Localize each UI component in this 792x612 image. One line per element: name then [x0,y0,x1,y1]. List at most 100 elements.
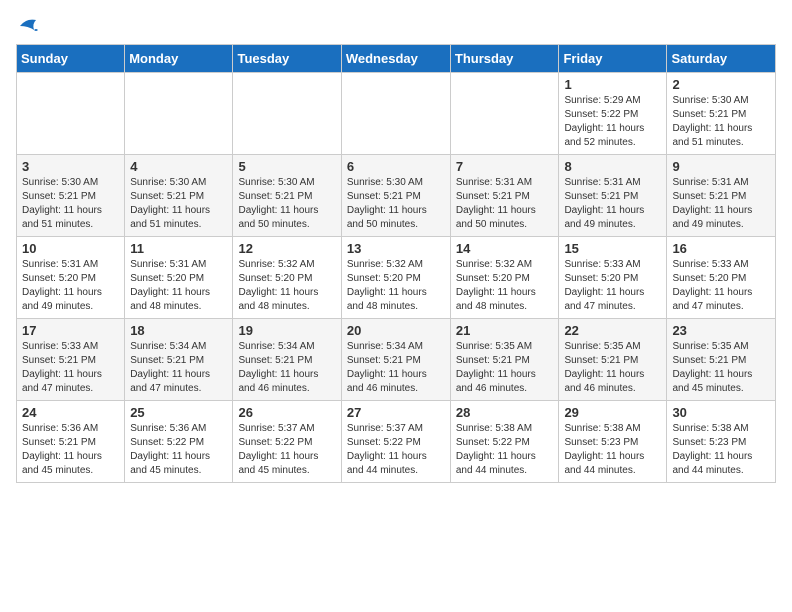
day-info: Sunrise: 5:38 AMSunset: 5:23 PMDaylight:… [564,422,661,478]
day-info: Sunrise: 5:30 AMSunset: 5:21 PMDaylight:… [130,176,227,232]
calendar-cell: 22 Sunrise: 5:35 AMSunset: 5:21 PMDayligh… [559,319,667,401]
day-info: Sunrise: 5:29 AMSunset: 5:22 PMDaylight:… [564,94,661,150]
day-number: 21 [456,323,554,338]
calendar-cell [233,73,341,155]
day-number: 2 [672,77,770,92]
day-number: 18 [130,323,227,338]
day-number: 7 [456,159,554,174]
calendar-cell: 21 Sunrise: 5:35 AMSunset: 5:21 PMDayligh… [450,319,559,401]
calendar-cell: 9Sunrise: 5:31 AMSunset: 5:21 PMDaylight… [667,155,776,237]
day-info: Sunrise: 5:35 AMSunset: 5:21 PMDaylight:… [672,340,770,396]
calendar-cell [450,73,559,155]
calendar-header-thursday: Thursday [450,45,559,73]
day-info: Sunrise: 5:31 AMSunset: 5:21 PMDaylight:… [564,176,661,232]
calendar-cell: 4 Sunrise: 5:30 AMSunset: 5:21 PMDaylight… [125,155,233,237]
day-number: 26 [238,405,335,420]
day-number: 25 [130,405,227,420]
calendar-header-saturday: Saturday [667,45,776,73]
calendar-header-monday: Monday [125,45,233,73]
calendar-cell: 29 Sunrise: 5:38 AMSunset: 5:23 PMDayligh… [559,401,667,483]
calendar-header-friday: Friday [559,45,667,73]
calendar-cell: 18 Sunrise: 5:34 AMSunset: 5:21 PMDayligh… [125,319,233,401]
day-info: Sunrise: 5:38 AMSunset: 5:22 PMDaylight:… [456,422,554,478]
calendar-cell: 12 Sunrise: 5:32 AMSunset: 5:20 PMDayligh… [233,237,341,319]
day-number: 27 [347,405,445,420]
day-info: Sunrise: 5:33 AMSunset: 5:20 PMDaylight:… [672,258,770,314]
day-info: Sunrise: 5:38 AMSunset: 5:23 PMDaylight:… [672,422,770,478]
calendar-cell [17,73,125,155]
day-number: 16 [672,241,770,256]
day-number: 8 [564,159,661,174]
calendar-header-row: SundayMondayTuesdayWednesdayThursdayFrid… [17,45,776,73]
day-number: 1 [564,77,661,92]
calendar-cell: 13 Sunrise: 5:32 AMSunset: 5:20 PMDayligh… [341,237,450,319]
logo-bird-icon [18,16,38,34]
calendar-cell: 27 Sunrise: 5:37 AMSunset: 5:22 PMDayligh… [341,401,450,483]
day-info: Sunrise: 5:32 AMSunset: 5:20 PMDaylight:… [347,258,445,314]
day-number: 30 [672,405,770,420]
calendar-cell: 10Sunrise: 5:31 AMSunset: 5:20 PMDayligh… [17,237,125,319]
day-info: Sunrise: 5:33 AMSunset: 5:20 PMDaylight:… [564,258,661,314]
calendar-cell [125,73,233,155]
calendar-cell: 19 Sunrise: 5:34 AMSunset: 5:21 PMDayligh… [233,319,341,401]
day-info: Sunrise: 5:36 AMSunset: 5:21 PMDaylight:… [22,422,119,478]
day-number: 12 [238,241,335,256]
day-info: Sunrise: 5:35 AMSunset: 5:21 PMDaylight:… [456,340,554,396]
day-number: 3 [22,159,119,174]
day-number: 15 [564,241,661,256]
calendar-cell [341,73,450,155]
day-number: 29 [564,405,661,420]
calendar-header-tuesday: Tuesday [233,45,341,73]
calendar-table: SundayMondayTuesdayWednesdayThursdayFrid… [16,44,776,483]
day-number: 11 [130,241,227,256]
calendar-cell: 15 Sunrise: 5:33 AMSunset: 5:20 PMDayligh… [559,237,667,319]
day-info: Sunrise: 5:35 AMSunset: 5:21 PMDaylight:… [564,340,661,396]
calendar-week-3: 17 Sunrise: 5:33 AMSunset: 5:21 PMDayligh… [17,319,776,401]
calendar-cell: 23 Sunrise: 5:35 AMSunset: 5:21 PMDayligh… [667,319,776,401]
day-number: 23 [672,323,770,338]
calendar-cell: 3 Sunrise: 5:30 AMSunset: 5:21 PMDaylight… [17,155,125,237]
day-number: 28 [456,405,554,420]
day-info: Sunrise: 5:32 AMSunset: 5:20 PMDaylight:… [456,258,554,314]
calendar-cell: 5Sunrise: 5:30 AMSunset: 5:21 PMDaylight… [233,155,341,237]
day-info: Sunrise: 5:37 AMSunset: 5:22 PMDaylight:… [238,422,335,478]
calendar-cell: 24 Sunrise: 5:36 AMSunset: 5:21 PMDayligh… [17,401,125,483]
day-info: Sunrise: 5:34 AMSunset: 5:21 PMDaylight:… [347,340,445,396]
day-number: 4 [130,159,227,174]
day-number: 10 [22,241,119,256]
day-info: Sunrise: 5:30 AMSunset: 5:21 PMDaylight:… [672,94,770,150]
day-number: 14 [456,241,554,256]
day-info: Sunrise: 5:30 AMSunset: 5:21 PMDaylight:… [22,176,119,232]
logo [16,16,38,34]
day-info: Sunrise: 5:31 AMSunset: 5:20 PMDaylight:… [130,258,227,314]
calendar-cell: 25 Sunrise: 5:36 AMSunset: 5:22 PMDayligh… [125,401,233,483]
day-number: 22 [564,323,661,338]
calendar-cell: 28 Sunrise: 5:38 AMSunset: 5:22 PMDayligh… [450,401,559,483]
day-info: Sunrise: 5:34 AMSunset: 5:21 PMDaylight:… [238,340,335,396]
calendar-cell: 8 Sunrise: 5:31 AMSunset: 5:21 PMDaylight… [559,155,667,237]
day-number: 20 [347,323,445,338]
day-number: 19 [238,323,335,338]
day-number: 13 [347,241,445,256]
header [16,16,776,34]
calendar-week-2: 10 Sunrise: 5:31 AMSunset: 5:20 PMDayligh… [17,237,776,319]
calendar-cell: 17 Sunrise: 5:33 AMSunset: 5:21 PMDayligh… [17,319,125,401]
day-number: 9 [672,159,770,174]
calendar-cell: 16 Sunrise: 5:33 AMSunset: 5:20 PMDayligh… [667,237,776,319]
calendar-cell: 6Sunrise: 5:30 AMSunset: 5:21 PMDaylight… [341,155,450,237]
day-info: Sunrise: 5:34 AMSunset: 5:21 PMDaylight:… [130,340,227,396]
page-container: SundayMondayTuesdayWednesdayThursdayFrid… [16,16,776,483]
day-info: Sunrise: 5:33 AMSunset: 5:21 PMDaylight:… [22,340,119,396]
calendar-week-4: 24 Sunrise: 5:36 AMSunset: 5:21 PMDayligh… [17,401,776,483]
calendar-cell: 20 Sunrise: 5:34 AMSunset: 5:21 PMDayligh… [341,319,450,401]
day-info: Sunrise: 5:37 AMSunset: 5:22 PMDaylight:… [347,422,445,478]
calendar-cell: 14 Sunrise: 5:32 AMSunset: 5:20 PMDayligh… [450,237,559,319]
day-number: 17 [22,323,119,338]
calendar-cell: 7Sunrise: 5:31 AMSunset: 5:21 PMDaylight… [450,155,559,237]
day-info: Sunrise: 5:36 AMSunset: 5:22 PMDaylight:… [130,422,227,478]
day-number: 6 [347,159,445,174]
calendar-cell: 26 Sunrise: 5:37 AMSunset: 5:22 PMDayligh… [233,401,341,483]
day-info: Sunrise: 5:32 AMSunset: 5:20 PMDaylight:… [238,258,335,314]
day-number: 24 [22,405,119,420]
calendar-cell: 1 Sunrise: 5:29 AMSunset: 5:22 PMDaylight… [559,73,667,155]
